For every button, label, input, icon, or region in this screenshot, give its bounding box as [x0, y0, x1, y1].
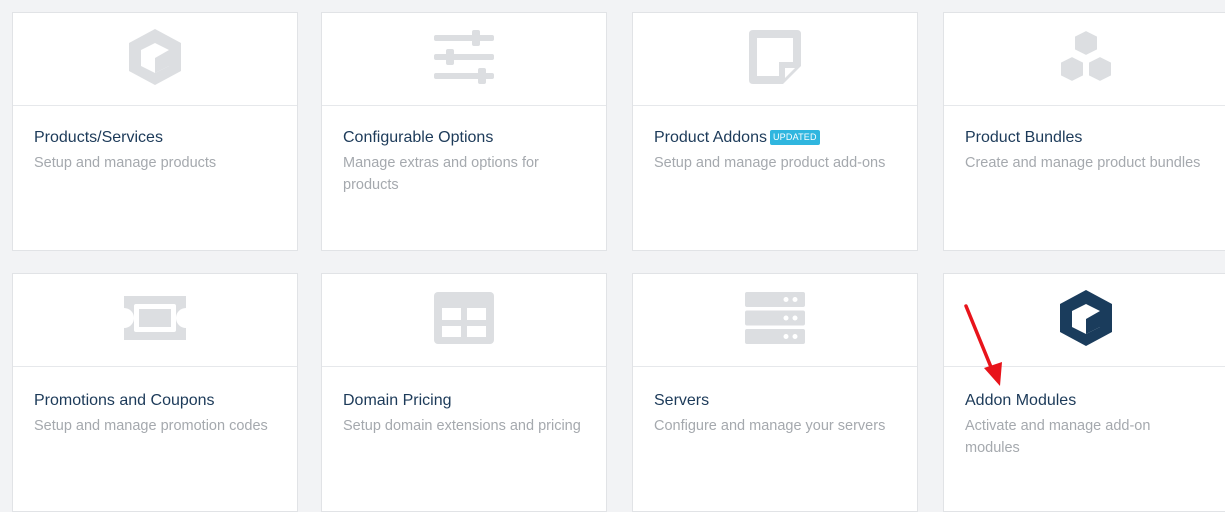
card-icon-area — [322, 274, 606, 367]
card-addon-modules[interactable]: Addon Modules Activate and manage add-on… — [943, 273, 1225, 512]
card-title: Servers — [654, 392, 710, 409]
card-icon-area — [944, 274, 1225, 367]
note-icon — [747, 28, 803, 91]
cubes-icon — [1054, 28, 1118, 91]
card-product-addons[interactable]: Product Addons UPDATED Setup and manage p… — [632, 12, 918, 251]
card-title: Domain Pricing — [343, 392, 452, 409]
card-domain-pricing[interactable]: Domain Pricing Setup domain extensions a… — [321, 273, 607, 512]
card-icon-area — [13, 274, 297, 367]
card-icon-area — [322, 13, 606, 106]
card-title: Promotions and Coupons — [34, 392, 215, 409]
card-icon-area — [633, 13, 917, 106]
sliders-icon — [432, 29, 496, 89]
card-description: Setup and manage product add-ons — [654, 155, 886, 171]
table-icon — [433, 291, 495, 350]
card-description: Manage extras and options for products — [343, 155, 539, 193]
card-description: Setup domain extensions and pricing — [343, 418, 581, 434]
card-description: Configure and manage your servers — [654, 418, 886, 434]
card-title: Addon Modules — [965, 392, 1077, 409]
card-title: Configurable Options — [343, 129, 494, 146]
card-title: Product Addons UPDATED — [654, 129, 903, 147]
card-title: Products/Services — [34, 129, 163, 146]
box-icon — [1054, 286, 1118, 355]
card-description: Create and manage product bundles — [965, 155, 1201, 171]
server-icon — [744, 291, 806, 350]
card-description: Setup and manage promotion codes — [34, 418, 268, 434]
card-icon-area — [944, 13, 1225, 106]
box-icon — [123, 25, 187, 94]
card-title: Product Bundles — [965, 129, 1083, 146]
card-product-bundles[interactable]: Product Bundles Create and manage produc… — [943, 12, 1225, 251]
card-title-text: Product Addons — [654, 129, 767, 146]
card-configurable-options[interactable]: Configurable Options Manage extras and o… — [321, 12, 607, 251]
card-description: Activate and manage add-on modules — [965, 418, 1151, 456]
card-icon-area — [633, 274, 917, 367]
updated-badge: UPDATED — [769, 130, 820, 145]
card-icon-area — [13, 13, 297, 106]
card-promotions-coupons[interactable]: Promotions and Coupons Setup and manage … — [12, 273, 298, 512]
settings-card-grid: Products/Services Setup and manage produ… — [0, 0, 1225, 512]
card-description: Setup and manage products — [34, 155, 217, 171]
card-products-services[interactable]: Products/Services Setup and manage produ… — [12, 12, 298, 251]
ticket-icon — [120, 294, 190, 347]
card-servers[interactable]: Servers Configure and manage your server… — [632, 273, 918, 512]
